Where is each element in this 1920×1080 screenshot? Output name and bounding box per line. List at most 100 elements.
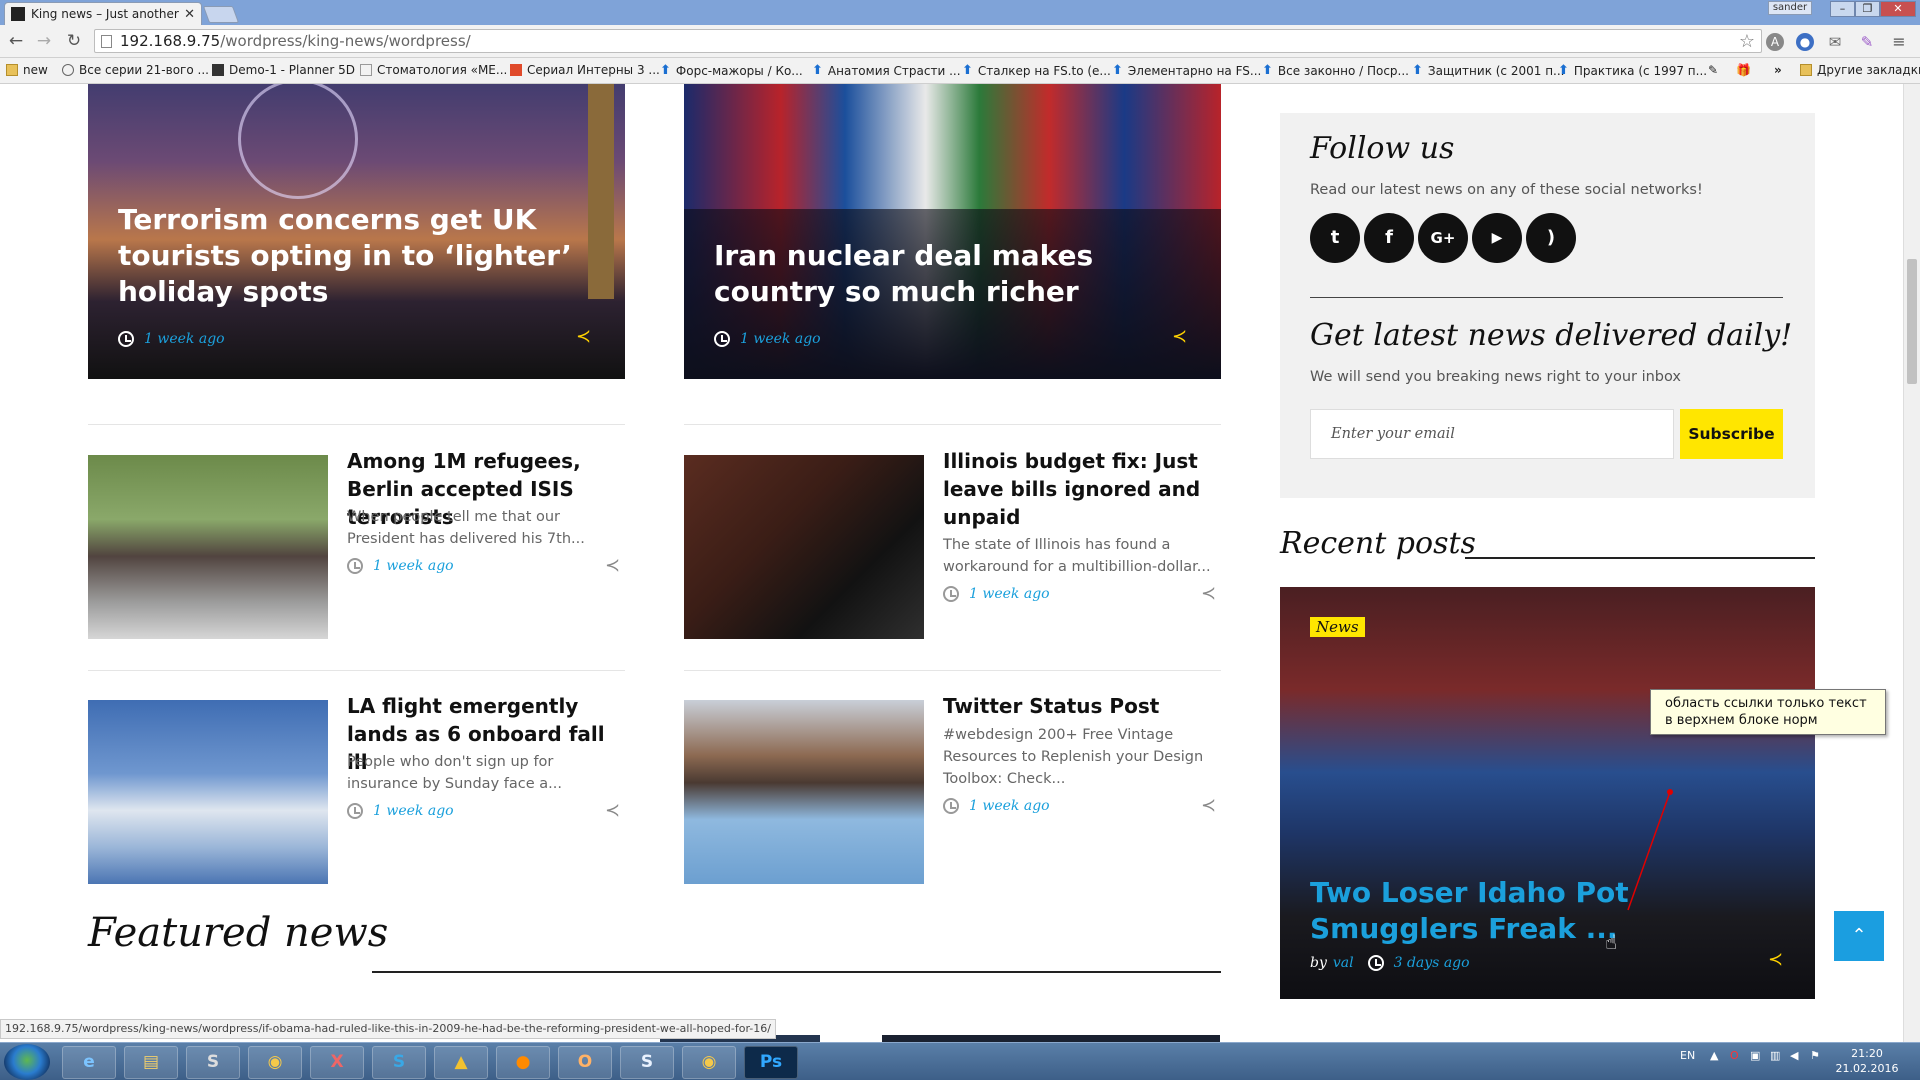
pen-extension-icon[interactable]: ✎: [1858, 33, 1876, 51]
hero-post-terrorism[interactable]: Terrorism concerns get UK tourists optin…: [88, 84, 625, 379]
bookmark-item[interactable]: ⬆ Форс-мажоры / Ко...: [660, 63, 803, 78]
browser-tab[interactable]: King news – Just another \ ✕: [4, 2, 202, 25]
firefox-icon[interactable]: ●: [496, 1046, 550, 1079]
category-badge[interactable]: News: [1310, 617, 1365, 637]
bookmark-item[interactable]: new: [6, 63, 48, 77]
fs-arrow-icon: ⬆: [1412, 63, 1423, 78]
share-icon[interactable]: ≺: [1768, 949, 1783, 970]
tab-close-icon[interactable]: ✕: [184, 7, 195, 22]
scroll-to-top-button[interactable]: ⌃: [1834, 911, 1884, 961]
extension-globe-icon[interactable]: ●: [1796, 33, 1814, 51]
address-bar[interactable]: 192.168.9.75/wordpress/king-news/wordpre…: [94, 29, 1762, 53]
post-title[interactable]: Twitter Status Post: [943, 692, 1223, 720]
menu-icon[interactable]: ≡: [1890, 33, 1908, 51]
post-date[interactable]: 1 week ago: [373, 803, 454, 819]
tray-app-icon[interactable]: ▣: [1750, 1049, 1760, 1062]
facebook-icon[interactable]: f: [1364, 213, 1414, 263]
post-date[interactable]: 1 week ago: [144, 331, 225, 347]
other-bookmarks[interactable]: Другие закладки: [1800, 63, 1920, 77]
refugees-thumbnail[interactable]: [88, 455, 328, 639]
share-icon[interactable]: ≺: [605, 555, 620, 576]
bookmark-item[interactable]: Demo-1 - Planner 5D: [212, 63, 355, 77]
photoshop-icon[interactable]: Ps: [744, 1046, 798, 1079]
post-date[interactable]: 1 week ago: [969, 586, 1050, 602]
youtube-icon[interactable]: ▶: [1472, 213, 1522, 263]
bookmark-item[interactable]: Сериал Интерны 3 ...: [510, 63, 660, 77]
hero-title[interactable]: Iran nuclear deal makes country so much …: [714, 238, 1181, 310]
illinois-thumbnail[interactable]: [684, 455, 924, 639]
forward-arrow-icon[interactable]: →: [34, 31, 54, 51]
post-date[interactable]: 1 week ago: [969, 798, 1050, 814]
bookmark-star-icon[interactable]: ☆: [1739, 31, 1755, 52]
pencil-bookmark-icon[interactable]: ✎: [1708, 63, 1718, 77]
flag-icon[interactable]: ⚑: [1810, 1049, 1820, 1062]
bookmark-item[interactable]: ⬆ Практика (с 1997 п...: [1558, 63, 1707, 78]
subscribe-button[interactable]: Subscribe: [1680, 409, 1783, 459]
xcv-app-icon[interactable]: X: [310, 1046, 364, 1079]
post-date[interactable]: 1 week ago: [373, 558, 454, 574]
internet-explorer-icon[interactable]: e: [62, 1046, 116, 1079]
skype-icon[interactable]: S: [372, 1046, 426, 1079]
google-plus-icon[interactable]: G+: [1418, 213, 1468, 263]
gift-bookmark-icon[interactable]: 🎁: [1736, 63, 1751, 77]
bookmark-label: new: [23, 63, 48, 77]
site-icon: [62, 64, 74, 76]
post-title[interactable]: Illinois budget fix: Just leave bills ig…: [943, 447, 1223, 531]
page-scrollbar[interactable]: [1903, 84, 1920, 1042]
network-icon[interactable]: ▥: [1770, 1049, 1780, 1062]
post-date[interactable]: 1 week ago: [740, 331, 821, 347]
bookmark-item[interactable]: Стоматология «МЕ...: [360, 63, 507, 77]
rss-icon[interactable]: ): [1526, 213, 1576, 263]
outlook-icon[interactable]: O: [558, 1046, 612, 1079]
language-indicator[interactable]: EN: [1680, 1049, 1695, 1062]
start-button[interactable]: [4, 1044, 50, 1080]
share-icon[interactable]: ≺: [605, 800, 620, 821]
share-icon[interactable]: ≺: [1201, 795, 1216, 816]
recent-post-title[interactable]: Two Loser Idaho Pot Smugglers Freak ...: [1310, 875, 1800, 947]
bookmark-item[interactable]: Все серии 21-вого ...: [62, 63, 209, 77]
s-app-icon[interactable]: S: [620, 1046, 674, 1079]
window-close-button[interactable]: ✕: [1880, 1, 1916, 17]
bookmark-item[interactable]: ⬆ Все законно / Поср...: [1262, 63, 1409, 78]
new-tab-button[interactable]: [202, 6, 240, 23]
tray-expand-icon[interactable]: ▲: [1710, 1049, 1718, 1062]
bookmark-item[interactable]: ⬆ Защитник (с 2001 п...: [1412, 63, 1565, 78]
share-icon[interactable]: ≺: [1201, 583, 1216, 604]
author-link[interactable]: val: [1333, 955, 1354, 971]
chrome-icon[interactable]: ◉: [682, 1046, 736, 1079]
bookmark-item[interactable]: ⬆ Элементарно на FS...: [1112, 63, 1261, 78]
airplane-thumbnail[interactable]: [88, 700, 328, 884]
sublime-icon[interactable]: S: [186, 1046, 240, 1079]
mail-icon[interactable]: ✉: [1826, 33, 1844, 51]
reload-icon[interactable]: ↻: [64, 31, 84, 51]
share-icon[interactable]: ≺: [1172, 326, 1187, 347]
maximize-button[interactable]: ❐: [1855, 1, 1880, 17]
twitter-icon[interactable]: t: [1310, 213, 1360, 263]
hero-title[interactable]: Terrorism concerns get UK tourists optin…: [118, 202, 585, 310]
chrome-icon[interactable]: ◉: [248, 1046, 302, 1079]
recent-post-card[interactable]: News Two Loser Idaho Pot Smugglers Freak…: [1280, 587, 1815, 999]
share-icon[interactable]: ≺: [576, 326, 591, 347]
back-arrow-icon[interactable]: ←: [6, 31, 26, 51]
explorer-folder-icon[interactable]: ▤: [124, 1046, 178, 1079]
opera-tray-icon[interactable]: O: [1730, 1049, 1739, 1062]
taskbar-clock[interactable]: 21:20 21.02.2016: [1832, 1046, 1902, 1076]
volume-icon[interactable]: ◀: [1790, 1049, 1798, 1062]
minimize-button[interactable]: –: [1830, 1, 1855, 17]
fs-arrow-icon: ⬆: [812, 63, 823, 78]
profile-button[interactable]: sander: [1768, 1, 1812, 15]
email-input[interactable]: Enter your email: [1310, 409, 1674, 459]
google-drive-icon[interactable]: ▲: [434, 1046, 488, 1079]
scrollbar-thumb[interactable]: [1907, 259, 1917, 384]
post-date[interactable]: 3 days ago: [1394, 955, 1470, 971]
football-player-thumbnail[interactable]: [684, 700, 924, 884]
big-ben-shape: [588, 84, 614, 299]
post-excerpt: #webdesign 200+ Free Vintage Resources t…: [943, 727, 1204, 787]
bookmark-item[interactable]: ⬆ Анатомия Страсти ...: [812, 63, 961, 78]
bookmarks-overflow-chevron[interactable]: »: [1774, 63, 1782, 77]
bookmark-item[interactable]: ⬆ Сталкер на FS.to (е...: [962, 63, 1111, 78]
hero-post-iran[interactable]: Iran nuclear deal makes country so much …: [684, 84, 1221, 379]
post-meta: 1 week ago: [943, 798, 1050, 814]
adblock-icon[interactable]: A: [1766, 33, 1784, 51]
clock-icon: [714, 331, 730, 347]
